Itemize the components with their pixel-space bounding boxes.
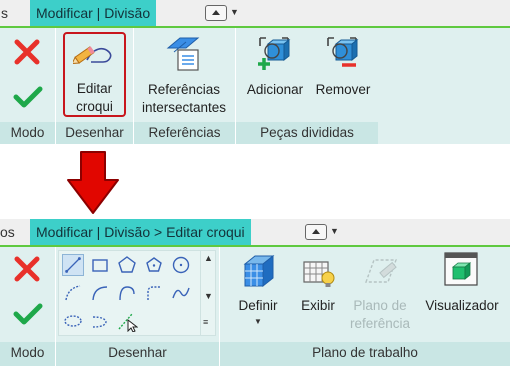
- start-end-arc-tool-icon[interactable]: [62, 282, 84, 304]
- tangent-arc-tool-icon[interactable]: [116, 282, 138, 304]
- definir-label: Definir: [238, 298, 278, 313]
- top-panel-desenhar: Desenhar: [56, 122, 133, 144]
- cancel-edit-mode-icon[interactable]: [14, 39, 40, 65]
- line-tool-icon[interactable]: [62, 254, 84, 276]
- plano-de-referencia-label-line2: referência: [349, 316, 411, 331]
- bottom-panel-toggle-button[interactable]: [305, 224, 327, 240]
- bottom-tab-editar-croqui[interactable]: Modificar | Divisão > Editar croqui: [30, 219, 251, 245]
- intersecting-references-icon: [166, 37, 200, 71]
- viewer-icon: [444, 252, 478, 286]
- bottom-tab-bar: os Modificar | Divisão > Editar croqui ▼: [0, 219, 510, 245]
- center-ends-arc-tool-icon[interactable]: [89, 282, 111, 304]
- remover-label: Remover: [315, 82, 371, 97]
- set-work-plane-icon: [243, 254, 275, 288]
- adicionar-button[interactable]: Adicionar: [240, 32, 310, 118]
- bottom-panel-desenhar: Desenhar: [56, 342, 219, 366]
- down-arrow-icon: [67, 151, 119, 214]
- editar-croqui-button[interactable]: Editar croqui: [63, 32, 126, 117]
- top-panel-modo: Modo: [0, 122, 55, 144]
- definir-button[interactable]: Definir ▼: [230, 250, 286, 332]
- remove-parts-icon: [327, 37, 359, 67]
- top-panel-referencias: Referências: [134, 122, 235, 144]
- top-panel-pecas-divididas: Peças divididas: [236, 122, 378, 144]
- top-tab-bar: s Modificar | Divisão ▼: [0, 0, 510, 26]
- circumscribed-polygon-tool-icon[interactable]: [143, 254, 165, 276]
- referencias-intersectantes-button[interactable]: Referências intersectantes: [136, 32, 232, 118]
- finish-edit-mode-icon[interactable]: [13, 85, 43, 109]
- gallery-scroll-down-icon[interactable]: ▼: [204, 291, 213, 301]
- gallery-expand-icon[interactable]: ≡: [203, 317, 208, 327]
- visualizador-label: Visualizador: [425, 298, 499, 313]
- rectangle-tool-icon[interactable]: [89, 254, 111, 276]
- show-work-plane-icon: [303, 261, 335, 287]
- finish-sketch-icon[interactable]: [13, 302, 43, 326]
- bottom-panel-toggle-caret[interactable]: ▼: [330, 226, 339, 236]
- cancel-sketch-icon[interactable]: [14, 256, 40, 282]
- fillet-arc-tool-icon[interactable]: [143, 282, 165, 304]
- ellipse-tool-icon[interactable]: [62, 310, 84, 332]
- top-tab-modificar-divisao[interactable]: Modificar | Divisão: [30, 0, 157, 26]
- remover-button[interactable]: Remover: [310, 32, 376, 118]
- plano-de-referencia-button[interactable]: Plano de referência: [344, 250, 416, 334]
- bottom-panel-modo: Modo: [0, 342, 55, 366]
- gallery-scroll-up-icon[interactable]: ▲: [204, 253, 213, 263]
- definir-dropdown-icon[interactable]: ▼: [254, 317, 262, 326]
- pick-lines-tool-icon[interactable]: [116, 310, 138, 332]
- editar-croqui-label-line1: Editar: [76, 81, 113, 96]
- exibir-label: Exibir: [301, 298, 335, 313]
- circle-tool-icon[interactable]: [170, 254, 192, 276]
- inscribed-polygon-tool-icon[interactable]: [116, 254, 138, 276]
- reference-plane-icon: [365, 259, 397, 283]
- top-panel-toggle-button[interactable]: [205, 5, 227, 21]
- bottom-panel-plano-de-trabalho: Plano de trabalho: [220, 342, 510, 366]
- spline-tool-icon[interactable]: [170, 282, 192, 304]
- bottom-tab-previous[interactable]: os: [0, 219, 15, 245]
- pencil-sketch-icon: [73, 46, 112, 65]
- partial-ellipse-tool-icon[interactable]: [89, 310, 111, 332]
- editar-croqui-label-line2: croqui: [76, 99, 113, 114]
- exibir-button[interactable]: Exibir: [292, 250, 344, 332]
- adicionar-label: Adicionar: [246, 82, 304, 97]
- add-parts-icon: [258, 37, 291, 70]
- referencias-label-line1: Referências: [147, 82, 221, 97]
- top-panel-toggle-caret[interactable]: ▼: [230, 7, 239, 17]
- visualizador-button[interactable]: Visualizador: [418, 250, 506, 332]
- draw-gallery-scrollbar[interactable]: ▲ ▼ ≡: [200, 251, 215, 335]
- referencias-label-line2: intersectantes: [141, 100, 227, 115]
- top-tab-previous[interactable]: s: [1, 0, 8, 26]
- plano-de-referencia-label-line1: Plano de: [353, 298, 407, 313]
